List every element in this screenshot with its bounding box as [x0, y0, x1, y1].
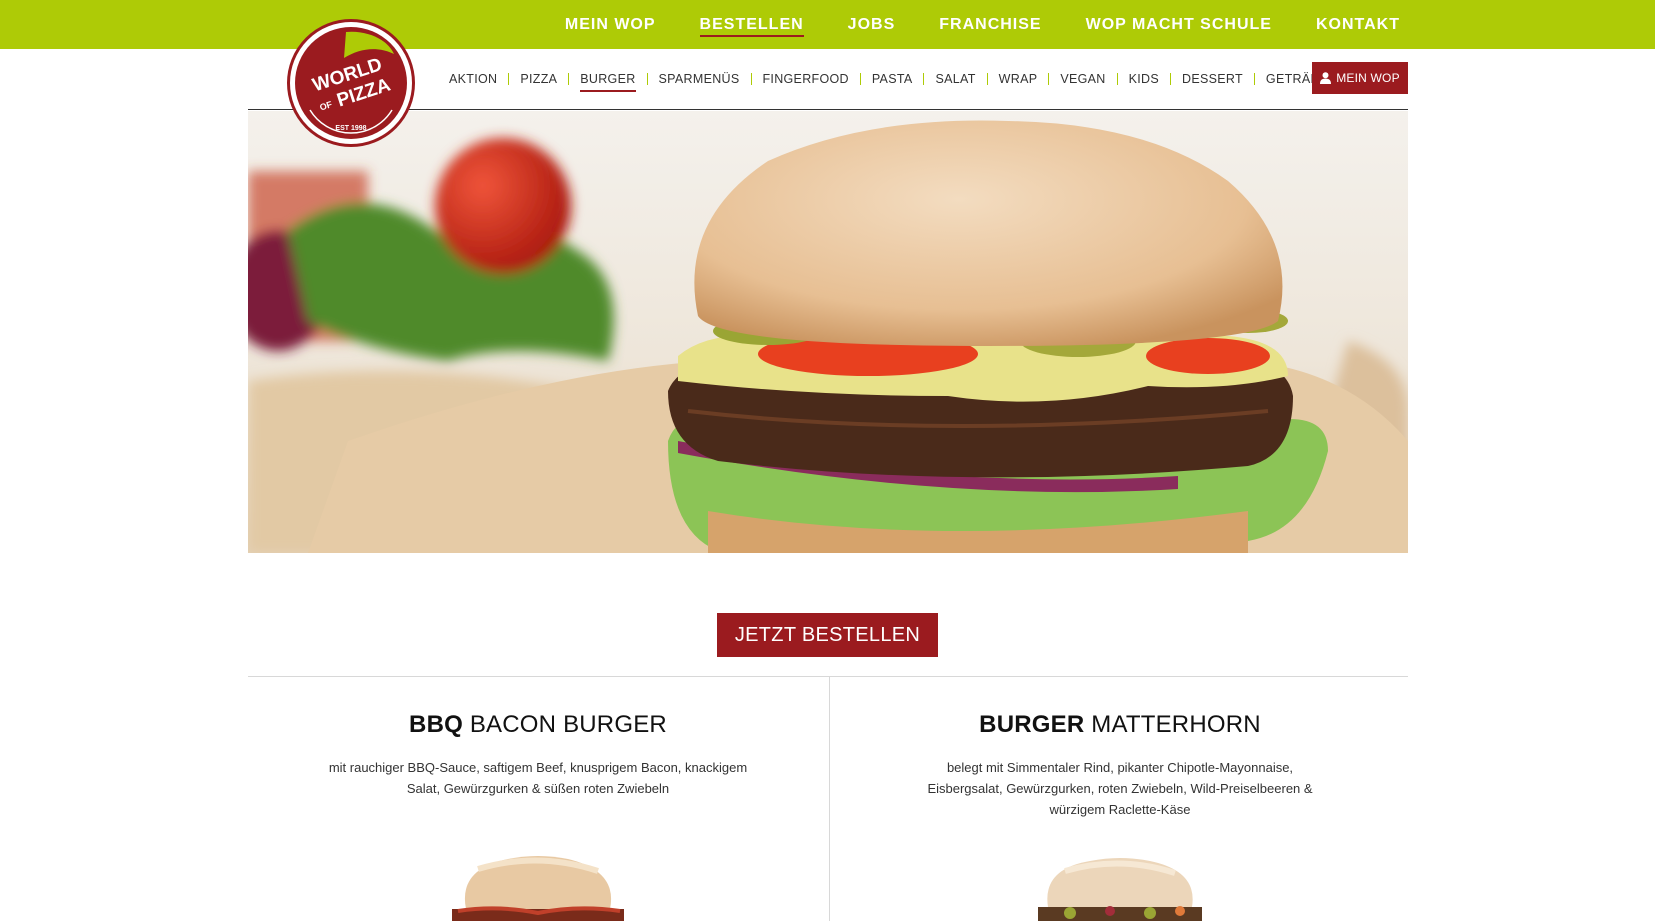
- product-image: [438, 849, 638, 921]
- category-pasta[interactable]: PASTA: [861, 49, 924, 109]
- logo-graphic: WORLD OF PIZZA EST 1998: [295, 27, 407, 139]
- main-nav: MEIN WOP BESTELLEN JOBS FRANCHISE WOP MA…: [543, 0, 1422, 49]
- burger-thumbnail: [1038, 858, 1202, 921]
- category-aktion[interactable]: AKTION: [438, 49, 508, 109]
- mein-wop-label: MEIN WOP: [1336, 71, 1400, 85]
- product-title: BURGER MATTERHORN: [830, 711, 1410, 739]
- logo-text-est: EST 1998: [335, 125, 366, 132]
- nav-bestellen[interactable]: BESTELLEN: [678, 0, 826, 49]
- category-salat[interactable]: SALAT: [924, 49, 986, 109]
- category-list: AKTION PIZZA BURGER SPARMENÜS FINGERFOOD…: [438, 49, 1348, 109]
- category-kids[interactable]: KIDS: [1118, 49, 1170, 109]
- hero-burger-image: [248, 111, 1408, 553]
- mein-wop-button[interactable]: MEIN WOP: [1312, 62, 1408, 94]
- category-nav: AKTION PIZZA BURGER SPARMENÜS FINGERFOOD…: [248, 49, 1408, 110]
- category-burger[interactable]: BURGER: [569, 49, 646, 109]
- product-description: mit rauchiger BBQ-Sauce, saftigem Beef, …: [328, 760, 748, 796]
- category-dessert[interactable]: DESSERT: [1171, 49, 1254, 109]
- user-icon: [1320, 72, 1332, 84]
- category-sparmenues[interactable]: SPARMENÜS: [648, 49, 751, 109]
- product-title-rest: BACON BURGER: [462, 711, 667, 738]
- burger-hero-illustration: [248, 111, 1408, 553]
- product-title-bold: BURGER: [979, 711, 1085, 738]
- category-pizza[interactable]: PIZZA: [509, 49, 568, 109]
- nav-wop-macht-schule[interactable]: WOP MACHT SCHULE: [1064, 0, 1294, 49]
- nav-franchise[interactable]: FRANCHISE: [917, 0, 1063, 49]
- product-title-rest: MATTERHORN: [1084, 711, 1261, 738]
- nav-kontakt[interactable]: KONTAKT: [1294, 0, 1422, 49]
- top-bar: MEIN WOP BESTELLEN JOBS FRANCHISE WOP MA…: [0, 0, 1655, 49]
- product-card-burger-matterhorn[interactable]: BURGER MATTERHORN belegt mit Simmentaler…: [830, 677, 1410, 921]
- category-fingerfood[interactable]: FINGERFOOD: [752, 49, 860, 109]
- nav-jobs[interactable]: JOBS: [826, 0, 918, 49]
- burger-thumbnail: [452, 856, 624, 921]
- category-vegan[interactable]: VEGAN: [1049, 49, 1116, 109]
- product-description: belegt mit Simmentaler Rind, pikanter Ch…: [927, 760, 1313, 817]
- world-of-pizza-logo[interactable]: WORLD OF PIZZA EST 1998: [287, 19, 415, 147]
- jetzt-bestellen-button[interactable]: JETZT BESTELLEN: [717, 613, 938, 657]
- product-card-bbq-bacon-burger[interactable]: BBQ BACON BURGER mit rauchiger BBQ-Sauce…: [248, 677, 828, 921]
- product-title: BBQ BACON BURGER: [248, 711, 828, 739]
- category-wrap[interactable]: WRAP: [988, 49, 1049, 109]
- nav-mein-wop[interactable]: MEIN WOP: [543, 0, 678, 49]
- product-image: [1020, 849, 1220, 921]
- product-title-bold: BBQ: [409, 711, 463, 738]
